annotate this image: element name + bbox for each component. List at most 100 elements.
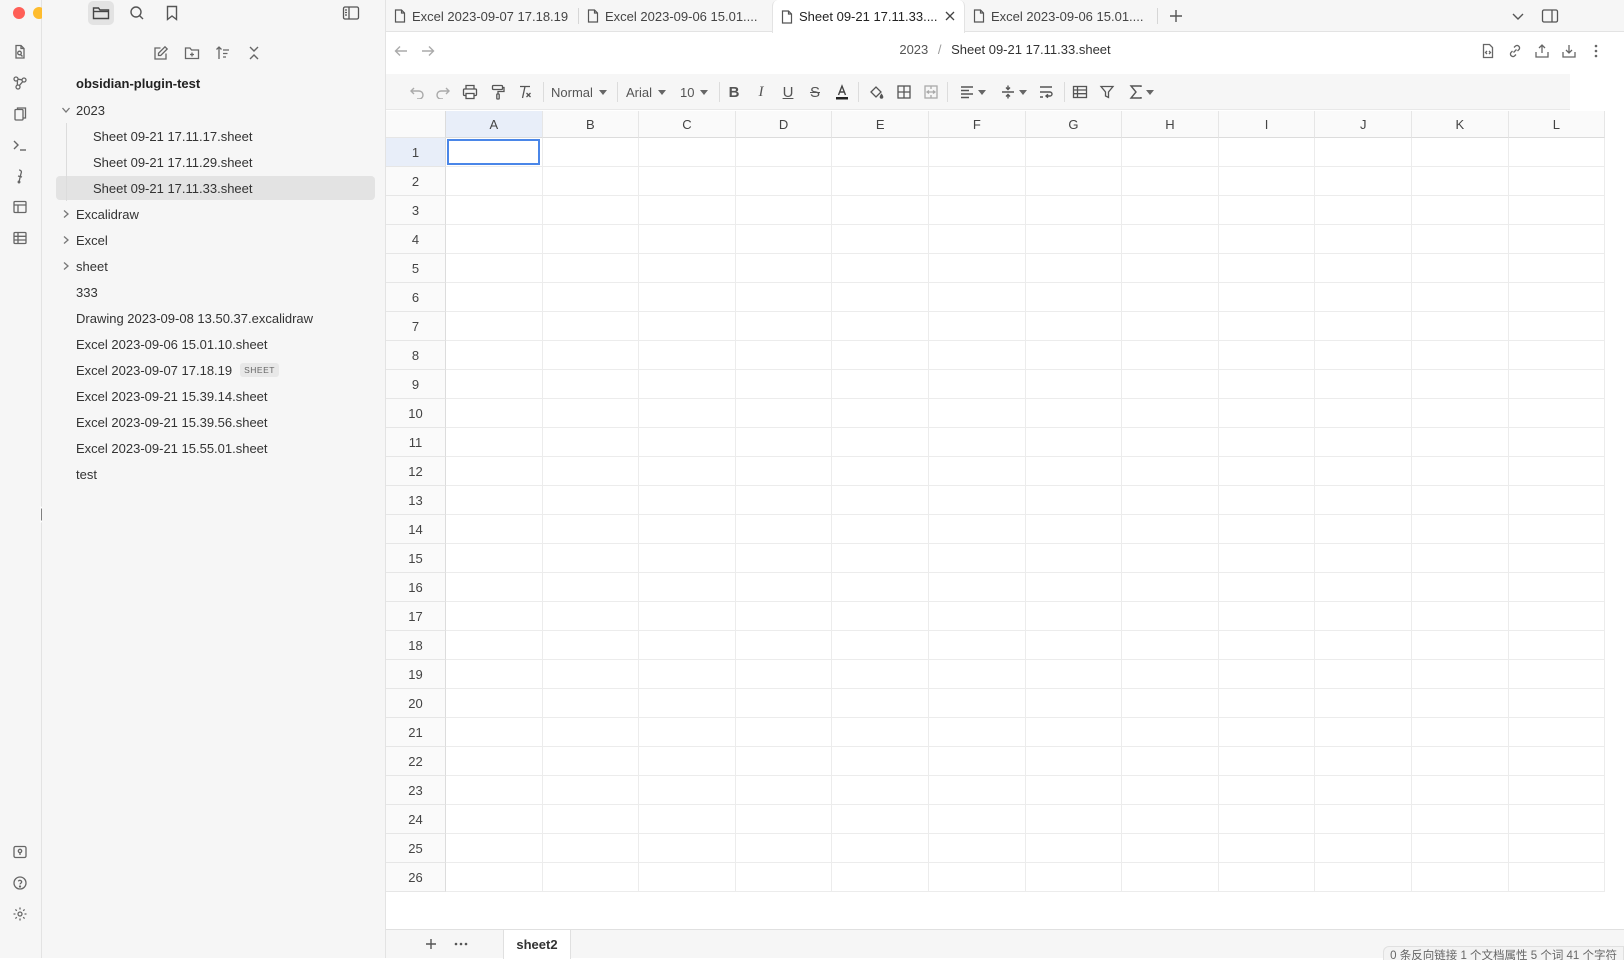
new-folder-icon[interactable] [181, 42, 203, 64]
cell[interactable] [1315, 167, 1412, 196]
cell[interactable] [832, 747, 929, 776]
cell[interactable] [1218, 138, 1316, 167]
cell[interactable] [1412, 399, 1509, 428]
cell[interactable] [1315, 631, 1412, 660]
cell[interactable] [1218, 689, 1316, 718]
cell[interactable] [446, 573, 543, 602]
row-header[interactable]: 2 [386, 167, 446, 196]
cell[interactable] [735, 573, 833, 602]
cell[interactable] [1412, 573, 1509, 602]
cell[interactable] [542, 544, 640, 573]
cell[interactable] [542, 834, 640, 863]
cell[interactable] [446, 689, 543, 718]
cell[interactable] [1508, 225, 1606, 254]
row-header[interactable]: 12 [386, 457, 446, 486]
source-mode-icon[interactable] [1477, 40, 1499, 62]
tab-2[interactable]: Excel 2023-09-06 15.01.... [579, 0, 772, 32]
cell[interactable] [542, 515, 640, 544]
cell[interactable] [1218, 834, 1316, 863]
row-header[interactable]: 8 [386, 341, 446, 370]
cell[interactable] [542, 225, 640, 254]
cell[interactable] [735, 660, 833, 689]
cell[interactable] [1508, 138, 1606, 167]
cell[interactable] [1508, 631, 1606, 660]
chevron-down-icon[interactable] [60, 104, 72, 116]
cell[interactable] [1508, 689, 1606, 718]
cell[interactable] [1412, 370, 1509, 399]
cell[interactable] [639, 138, 736, 167]
cell[interactable] [735, 399, 833, 428]
cell[interactable] [1315, 341, 1412, 370]
cell[interactable] [929, 312, 1026, 341]
cell[interactable] [1025, 254, 1123, 283]
cell[interactable] [639, 341, 736, 370]
cell[interactable] [929, 689, 1026, 718]
sheet-menu-more-icon[interactable] [450, 934, 472, 954]
cell[interactable] [832, 428, 929, 457]
cell[interactable] [1025, 138, 1123, 167]
cell[interactable] [446, 718, 543, 747]
cell[interactable] [1218, 776, 1316, 805]
cell[interactable] [1122, 399, 1219, 428]
sheet-tab-sheet2[interactable]: sheet2 [503, 930, 571, 959]
cell[interactable] [1412, 196, 1509, 225]
cell[interactable] [1122, 428, 1219, 457]
clear-format-icon[interactable] [514, 80, 536, 104]
vault-name[interactable]: obsidian-plugin-test [76, 76, 200, 91]
cell[interactable] [1218, 486, 1316, 515]
column-header[interactable]: B [542, 111, 640, 138]
row-header[interactable]: 14 [386, 515, 446, 544]
italic-icon[interactable]: I [750, 80, 772, 104]
cell[interactable] [1122, 283, 1219, 312]
cell[interactable] [1218, 805, 1316, 834]
cell[interactable] [446, 167, 543, 196]
cell[interactable] [1025, 225, 1123, 254]
cell[interactable] [639, 254, 736, 283]
cell[interactable] [1122, 486, 1219, 515]
cell[interactable] [832, 776, 929, 805]
cell[interactable] [929, 544, 1026, 573]
cell[interactable] [446, 602, 543, 631]
cell[interactable] [1122, 225, 1219, 254]
cell[interactable] [1122, 747, 1219, 776]
row-header[interactable]: 6 [386, 283, 446, 312]
search-icon[interactable] [124, 1, 150, 25]
cell[interactable] [446, 370, 543, 399]
format-painter-icon[interactable] [487, 80, 509, 104]
cell[interactable] [1218, 428, 1316, 457]
cell[interactable] [542, 457, 640, 486]
cell[interactable] [929, 515, 1026, 544]
row-header[interactable]: 11 [386, 428, 446, 457]
vertical-align-icon[interactable] [996, 80, 1030, 104]
row-header[interactable]: 13 [386, 486, 446, 515]
row-header[interactable]: 3 [386, 196, 446, 225]
cell[interactable] [542, 689, 640, 718]
cell[interactable] [832, 399, 929, 428]
cell[interactable] [1315, 457, 1412, 486]
cell[interactable] [735, 805, 833, 834]
cell[interactable] [1025, 805, 1123, 834]
tree-file[interactable]: Sheet 09-21 17.11.33.sheet [56, 175, 375, 201]
cell[interactable] [1412, 834, 1509, 863]
cell[interactable] [1025, 544, 1123, 573]
cell[interactable] [1122, 718, 1219, 747]
cell[interactable] [542, 283, 640, 312]
cell[interactable] [1412, 747, 1509, 776]
select-all-corner[interactable] [386, 111, 446, 138]
cell[interactable] [1412, 718, 1509, 747]
vault-switcher-icon[interactable] [10, 842, 30, 862]
cell[interactable] [1412, 602, 1509, 631]
font-size-dropdown[interactable]: 10 [680, 80, 712, 104]
cell[interactable] [446, 196, 543, 225]
cell[interactable] [1025, 602, 1123, 631]
cell[interactable] [929, 573, 1026, 602]
cell[interactable] [1122, 167, 1219, 196]
cell[interactable] [929, 341, 1026, 370]
cell[interactable] [929, 805, 1026, 834]
cell[interactable] [1508, 544, 1606, 573]
collapse-all-icon[interactable] [243, 42, 265, 64]
cell[interactable] [1218, 602, 1316, 631]
cell[interactable] [1412, 341, 1509, 370]
cell[interactable] [1508, 718, 1606, 747]
tree-file[interactable]: Excel 2023-09-21 15.55.01.sheet [56, 436, 375, 460]
